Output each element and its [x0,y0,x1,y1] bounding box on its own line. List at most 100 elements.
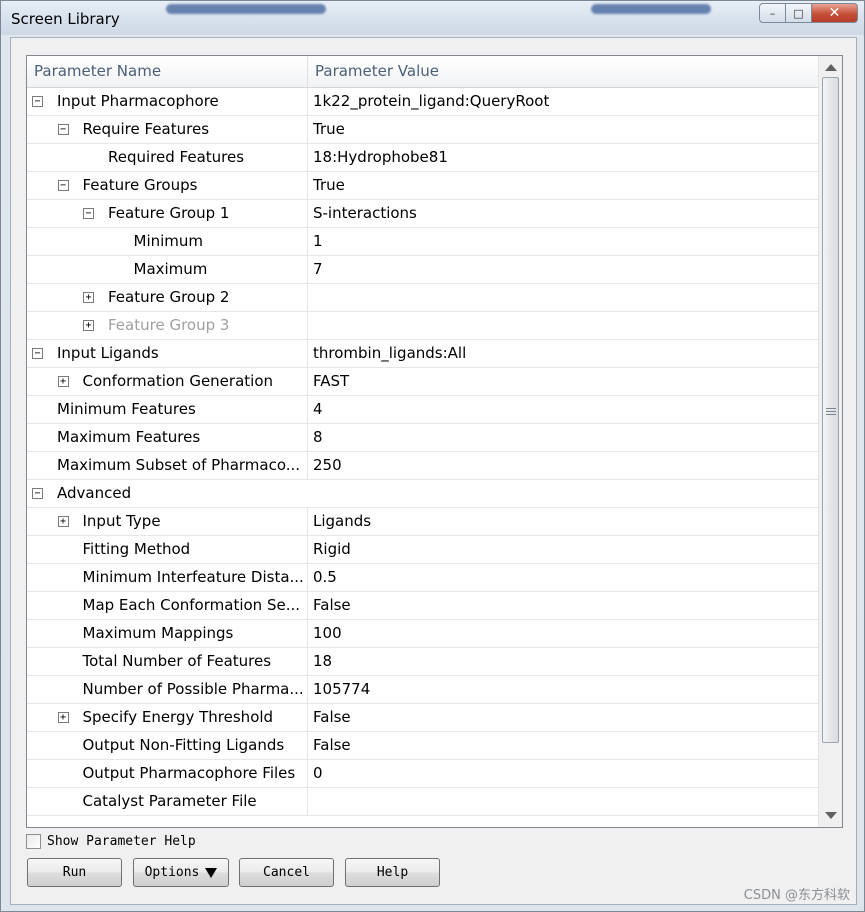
collapse-icon[interactable]: − [83,208,94,219]
parameter-name-label: Minimum Interfeature Dista... [82,568,304,586]
table-row[interactable]: − Input Pharmacophore 1k22_protein_ligand:… [27,88,818,116]
parameter-value-cell[interactable] [308,788,818,815]
table-row[interactable]: Total Number of Features 18 [27,648,818,676]
collapse-icon[interactable]: − [57,124,69,135]
parameter-value-cell[interactable]: 100 [308,620,818,647]
run-button[interactable]: Run [27,858,122,887]
close-button[interactable]: ✕ [812,3,858,23]
parameter-name-cell: Maximum Features [27,424,308,451]
parameter-name-cell: Minimum Features [27,396,308,423]
parameter-name-cell: Fitting Method [27,536,308,563]
parameter-name-cell: − Feature Groups [27,172,308,199]
minimize-button[interactable]: – [759,3,786,23]
parameter-value-cell[interactable] [308,312,818,339]
help-button[interactable]: Help [345,858,440,887]
table-row[interactable]: Maximum 7 [27,256,818,284]
collapse-icon[interactable]: − [32,488,43,499]
table-row[interactable]: Maximum Mappings 100 [27,620,818,648]
parameter-value-cell[interactable]: 8 [308,424,818,451]
parameter-value-cell[interactable]: 18 [308,648,818,675]
parameter-value-cell[interactable]: Ligands [308,508,818,535]
parameter-name-label: Advanced [57,484,132,502]
expand-icon[interactable]: + [57,376,69,387]
collapse-icon[interactable]: − [57,180,69,191]
table-row[interactable]: Map Each Conformation Se... False [27,592,818,620]
parameter-value-cell[interactable]: S-interactions [308,200,818,227]
table-row[interactable]: − Require Features True [27,116,818,144]
table-row[interactable]: + Conformation Generation FAST [27,368,818,396]
parameter-name-cell: Maximum Mappings [27,620,308,647]
parameter-value-cell[interactable]: FAST [308,368,818,395]
table-row[interactable]: + Feature Group 3 [27,312,818,340]
vertical-scrollbar[interactable] [818,56,842,827]
title-bar[interactable]: Screen Library – □ ✕ [1,1,864,35]
table-row[interactable]: Number of Possible Pharma... 105774 [27,676,818,704]
table-row[interactable]: − Feature Group 1 S-interactions [27,200,818,228]
parameter-name-label: Feature Group 1 [108,204,230,222]
watermark: CSDN @东方科软 [743,888,850,903]
show-parameter-help[interactable]: Show Parameter Help [26,831,196,851]
parameter-name-label: Feature Group 2 [108,288,230,306]
parameter-name-cell: Maximum [27,256,308,283]
parameter-value-cell[interactable]: 0.5 [308,564,818,591]
column-header-parameter-name[interactable]: Parameter Name [27,56,308,87]
parameter-value-cell[interactable]: 0 [308,760,818,787]
table-row[interactable]: − Input Ligands thrombin_ligands:All [27,340,818,368]
parameter-value-cell[interactable]: True [308,116,818,143]
expand-icon[interactable]: + [83,320,94,331]
parameter-value-cell[interactable]: 4 [308,396,818,423]
parameter-name-label: Input Type [82,512,161,530]
table-row[interactable]: Catalyst Parameter File [27,788,818,816]
maximize-button[interactable]: □ [786,3,812,23]
parameter-value-cell[interactable]: 7 [308,256,818,283]
table-row[interactable]: + Specify Energy Threshold False [27,704,818,732]
table-row[interactable]: − Feature Groups True [27,172,818,200]
table-row[interactable]: Minimum Interfeature Dista... 0.5 [27,564,818,592]
table-row[interactable]: Maximum Features 8 [27,424,818,452]
cancel-button-label: Cancel [263,865,310,880]
parameter-value-cell[interactable]: 1 [308,228,818,255]
scroll-up-arrow-icon[interactable] [825,64,837,71]
collapse-icon[interactable]: − [32,96,43,107]
show-parameter-help-checkbox[interactable] [26,833,41,849]
cancel-button[interactable]: Cancel [239,858,334,887]
table-row[interactable]: Output Pharmacophore Files 0 [27,760,818,788]
collapse-icon[interactable]: − [32,348,43,359]
parameter-name-label: Maximum [133,260,208,278]
window-title: Screen Library [11,10,120,28]
table-row[interactable]: + Feature Group 2 [27,284,818,312]
parameter-value-cell[interactable]: False [308,592,818,619]
parameter-name-cell: Number of Possible Pharma... [27,676,308,703]
table-row[interactable]: Output Non-Fitting Ligands False [27,732,818,760]
parameter-value-cell[interactable]: thrombin_ligands:All [308,340,818,367]
column-header-parameter-value[interactable]: Parameter Value [308,56,439,87]
parameter-value-cell[interactable]: 250 [308,452,818,479]
table-row[interactable]: Maximum Subset of Pharmaco... 250 [27,452,818,480]
table-row[interactable]: + Input Type Ligands [27,508,818,536]
parameter-name-cell: Output Non-Fitting Ligands [27,732,308,759]
parameter-value-cell[interactable]: 18:Hydrophobe81 [308,144,818,171]
options-button[interactable]: Options [133,858,229,887]
expand-icon[interactable]: + [57,516,69,527]
table-row[interactable]: − Advanced [27,480,818,508]
parameter-value-cell[interactable]: 1k22_protein_ligand:QueryRoot [308,88,818,115]
table-row[interactable]: Required Features 18:Hydrophobe81 [27,144,818,172]
expand-icon[interactable]: + [83,292,94,303]
parameter-value-cell[interactable]: 105774 [308,676,818,703]
parameter-name-cell: + Input Type [27,508,308,535]
parameter-value-cell[interactable]: False [308,704,818,731]
table-row[interactable]: Minimum 1 [27,228,818,256]
table-row[interactable]: Fitting Method Rigid [27,536,818,564]
parameter-name-cell: + Feature Group 3 [27,312,308,339]
parameter-name-cell: + Specify Energy Threshold [27,704,308,731]
parameter-value-cell[interactable]: True [308,172,818,199]
parameter-name-label: Feature Group 3 [108,316,230,334]
table-row[interactable]: Minimum Features 4 [27,396,818,424]
parameter-value-cell[interactable]: False [308,732,818,759]
parameter-value-cell[interactable] [308,284,818,311]
scroll-down-arrow-icon[interactable] [825,812,837,819]
parameter-name-cell: − Feature Group 1 [27,200,308,227]
expand-icon[interactable]: + [57,712,69,723]
scrollbar-thumb[interactable] [822,77,839,743]
parameter-value-cell[interactable]: Rigid [308,536,818,563]
